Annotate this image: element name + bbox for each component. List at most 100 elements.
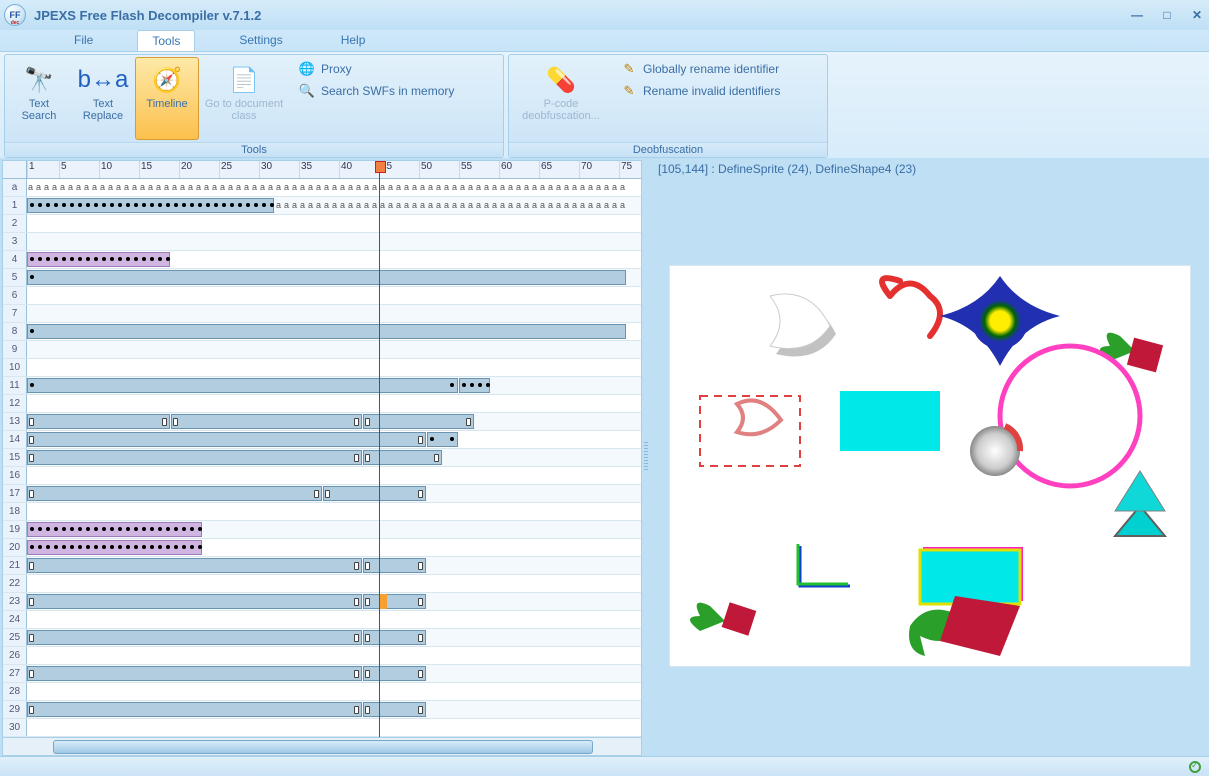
- timeline-row[interactable]: 16: [3, 467, 641, 485]
- timeline-clip[interactable]: [27, 378, 458, 393]
- maximize-button[interactable]: □: [1159, 8, 1175, 22]
- timeline-body[interactable]: aaaaaaaaaaaaaaaaaaaaaaaaaaaaaaaaaaaaaaaa…: [3, 179, 641, 737]
- splitter[interactable]: [642, 158, 650, 756]
- timeline-clip[interactable]: [27, 198, 274, 213]
- timeline-row[interactable]: 19: [3, 521, 641, 539]
- text-replace-button[interactable]: b↔a Text Replace: [71, 57, 135, 140]
- timeline-clip[interactable]: [27, 540, 202, 555]
- coordinates-label: [105,144] : DefineSprite (24), DefineSha…: [654, 160, 1205, 178]
- timeline-row[interactable]: 8: [3, 323, 641, 341]
- row-number: 9: [3, 341, 27, 358]
- timeline-clip[interactable]: [27, 324, 626, 339]
- timeline-row[interactable]: 5: [3, 269, 641, 287]
- timeline-row[interactable]: 14: [3, 431, 641, 449]
- menu-file[interactable]: File: [60, 30, 107, 51]
- timeline-clip[interactable]: [27, 666, 362, 681]
- timeline-label: Timeline: [146, 98, 187, 110]
- timeline-row[interactable]: 18: [3, 503, 641, 521]
- timeline-clip[interactable]: [427, 432, 458, 447]
- timeline-row[interactable]: 12: [3, 395, 641, 413]
- row-number: 26: [3, 647, 27, 664]
- timeline-clip[interactable]: [363, 558, 426, 573]
- timeline-row[interactable]: 3: [3, 233, 641, 251]
- row-number: 18: [3, 503, 27, 520]
- globally-rename-button[interactable]: ✎ Globally rename identifier: [617, 59, 784, 79]
- pcode-label: P-code deobfuscation...: [522, 98, 600, 122]
- timeline-clip[interactable]: [27, 486, 322, 501]
- timeline-clip[interactable]: [363, 450, 442, 465]
- text-search-button[interactable]: 🔭 Text Search: [7, 57, 71, 140]
- timeline-row[interactable]: 13: [3, 413, 641, 431]
- timeline-row[interactable]: 23: [3, 593, 641, 611]
- text-search-label: Text Search: [22, 98, 57, 122]
- timeline-row[interactable]: 10: [3, 359, 641, 377]
- timeline-row[interactable]: aaaaaaaaaaaaaaaaaaaaaaaaaaaaaaaaaaaaaaaa…: [3, 179, 641, 197]
- timeline-row[interactable]: 6: [3, 287, 641, 305]
- timeline-ruler[interactable]: 151015202530354045505560657075: [3, 161, 641, 179]
- timeline-clip[interactable]: [27, 558, 362, 573]
- timeline-row[interactable]: 30: [3, 719, 641, 737]
- menu-settings[interactable]: Settings: [225, 30, 296, 51]
- timeline-row[interactable]: 29: [3, 701, 641, 719]
- timeline-clip[interactable]: [27, 414, 170, 429]
- timeline-clip[interactable]: [27, 450, 362, 465]
- timeline-clip[interactable]: [27, 522, 202, 537]
- timeline-row[interactable]: 11: [3, 377, 641, 395]
- playhead[interactable]: [379, 161, 380, 737]
- timeline-clip[interactable]: [459, 378, 490, 393]
- close-button[interactable]: ✕: [1189, 8, 1205, 22]
- titlebar: FF JPEXS Free Flash Decompiler v.7.1.2 —…: [0, 0, 1209, 30]
- proxy-label: Proxy: [321, 62, 352, 76]
- row-number: 21: [3, 557, 27, 574]
- menu-tools[interactable]: Tools: [137, 30, 195, 51]
- timeline-row[interactable]: 9: [3, 341, 641, 359]
- timeline-row[interactable]: 17: [3, 485, 641, 503]
- timeline-row[interactable]: 27: [3, 665, 641, 683]
- row-number: 6: [3, 287, 27, 304]
- timeline-row[interactable]: 25: [3, 629, 641, 647]
- status-ok-icon: [1189, 761, 1201, 773]
- timeline-clip[interactable]: [27, 432, 426, 447]
- timeline-clip[interactable]: [363, 666, 426, 681]
- goto-document-class-button: 📄 Go to document class: [199, 57, 289, 140]
- timeline-clip[interactable]: [27, 594, 362, 609]
- row-number: 4: [3, 251, 27, 268]
- minimize-button[interactable]: —: [1129, 8, 1145, 22]
- row-number: 17: [3, 485, 27, 502]
- scrollbar-thumb[interactable]: [53, 740, 593, 754]
- timeline-button[interactable]: 🧭 Timeline: [135, 57, 199, 140]
- horizontal-scrollbar[interactable]: [3, 737, 641, 755]
- timeline-clip[interactable]: [171, 414, 362, 429]
- timeline-row[interactable]: 15: [3, 449, 641, 467]
- menubar: File Tools Settings Help: [0, 30, 1209, 52]
- timeline-clip[interactable]: [323, 486, 426, 501]
- timeline-clip[interactable]: [27, 630, 362, 645]
- menu-help[interactable]: Help: [327, 30, 380, 51]
- ribbon-group-deobfuscation: 💊 P-code deobfuscation... ✎ Globally ren…: [508, 54, 828, 158]
- timeline-clip[interactable]: [27, 270, 626, 285]
- proxy-button[interactable]: 🌐 Proxy: [295, 59, 458, 79]
- timeline-clip[interactable]: [363, 702, 426, 717]
- timeline-clip[interactable]: [27, 252, 170, 267]
- timeline-row[interactable]: 20: [3, 539, 641, 557]
- timeline-row[interactable]: 7: [3, 305, 641, 323]
- timeline-row[interactable]: 21: [3, 557, 641, 575]
- rename-invalid-button[interactable]: ✎ Rename invalid identifiers: [617, 81, 784, 101]
- timeline-row[interactable]: 28: [3, 683, 641, 701]
- timeline-clip[interactable]: [363, 594, 426, 609]
- timeline-row[interactable]: 22: [3, 575, 641, 593]
- search-memory-button[interactable]: 🔍 Search SWFs in memory: [295, 81, 458, 101]
- row-number: 8: [3, 323, 27, 340]
- timeline-row[interactable]: 26: [3, 647, 641, 665]
- timeline-row[interactable]: 1aaaaaaaaaaaaaaaaaaaaaaaaaaaaaaaaaaaaaaa…: [3, 197, 641, 215]
- timeline-clip[interactable]: [27, 702, 362, 717]
- row-number: 2: [3, 215, 27, 232]
- timeline-row[interactable]: 4: [3, 251, 641, 269]
- timeline-clip[interactable]: [363, 630, 426, 645]
- pill-icon: 💊: [545, 64, 577, 96]
- timeline-row[interactable]: 24: [3, 611, 641, 629]
- row-number: 7: [3, 305, 27, 322]
- compass-icon: 🧭: [151, 64, 183, 96]
- stage[interactable]: [670, 266, 1190, 666]
- timeline-row[interactable]: 2: [3, 215, 641, 233]
